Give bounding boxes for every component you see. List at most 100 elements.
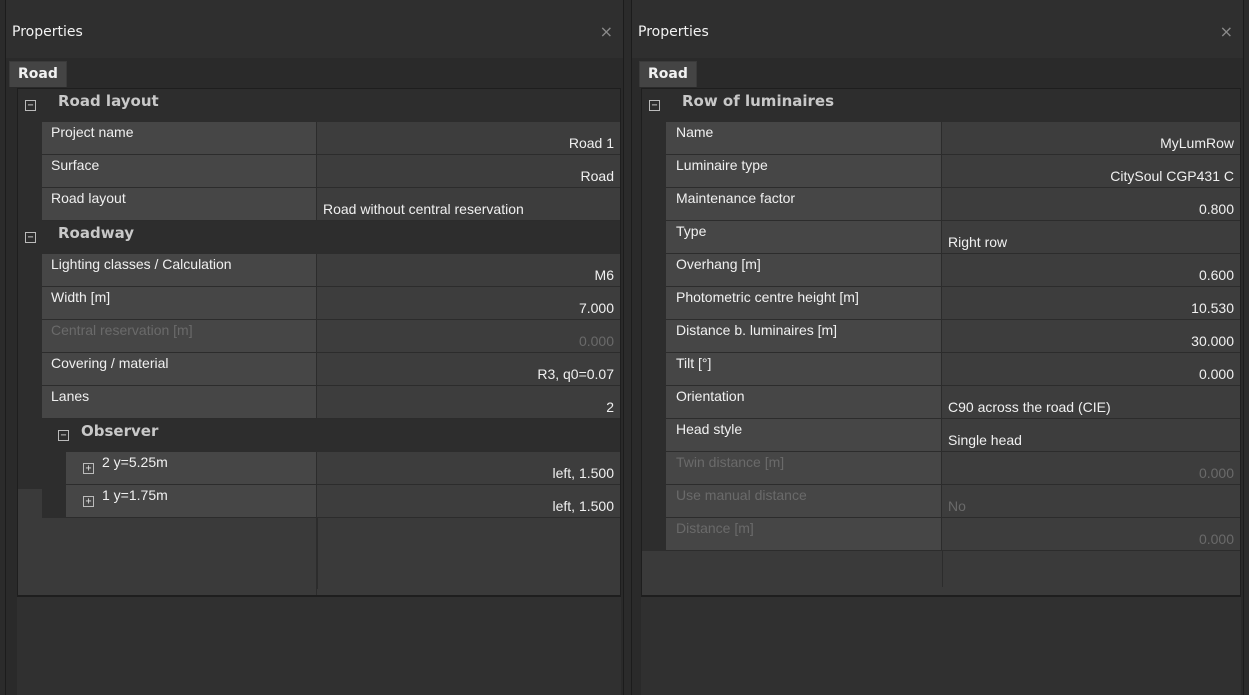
row-maintenance-factor[interactable]: Maintenance factor 0.800 xyxy=(642,188,1240,221)
column-divider xyxy=(317,518,318,589)
row-observer-2[interactable]: + 2 y=5.25m left, 1.500 xyxy=(18,452,620,485)
category-roadway[interactable]: − Roadway xyxy=(18,221,620,254)
property-name: Head style xyxy=(676,421,743,437)
property-name: Photometric centre height [m] xyxy=(676,289,859,305)
property-name: Type xyxy=(676,223,707,239)
column-divider xyxy=(942,551,943,587)
property-name: Twin distance [m] xyxy=(676,454,785,470)
expand-icon[interactable]: + xyxy=(83,463,94,474)
expand-icon[interactable]: + xyxy=(83,496,94,507)
property-name: Overhang [m] xyxy=(676,256,761,272)
row-lanes[interactable]: Lanes 2 xyxy=(18,386,620,419)
close-icon[interactable]: × xyxy=(1220,22,1233,41)
property-name: 1 y=1.75m xyxy=(102,487,168,503)
property-value[interactable]: 7.000 xyxy=(579,300,614,316)
row-tilt[interactable]: Tilt [°] 0.000 xyxy=(642,353,1240,386)
row-overhang[interactable]: Overhang [m] 0.600 xyxy=(642,254,1240,287)
property-name: Surface xyxy=(51,157,100,173)
collapse-icon[interactable]: − xyxy=(25,232,36,243)
row-distance-luminaires[interactable]: Distance b. luminaires [m] 30.000 xyxy=(642,320,1240,353)
row-luminaire-type[interactable]: Luminaire type CitySoul CGP431 C xyxy=(642,155,1240,188)
panel-title: Properties xyxy=(638,24,709,40)
property-name: Width [m] xyxy=(51,289,111,305)
collapse-icon[interactable]: − xyxy=(58,430,69,441)
row-twin-distance: Twin distance [m] 0.000 xyxy=(642,452,1240,485)
property-value[interactable]: CitySoul CGP431 C xyxy=(1110,168,1234,184)
panel-header: Properties × xyxy=(6,0,623,58)
row-road-layout[interactable]: Road layout Road without central reserva… xyxy=(18,188,620,221)
property-name: 2 y=5.25m xyxy=(102,454,168,470)
property-value[interactable]: 10.530 xyxy=(1191,300,1234,316)
empty-grid-area xyxy=(18,518,317,595)
property-value[interactable]: MyLumRow xyxy=(1160,135,1234,151)
row-type[interactable]: Type Right row xyxy=(642,221,1240,254)
description-area xyxy=(641,596,1241,695)
property-value[interactable]: 0.000 xyxy=(1199,366,1234,382)
property-name: Name xyxy=(676,124,714,140)
property-value[interactable]: Road without central reservation xyxy=(323,201,524,217)
category-road-layout[interactable]: − Road layout xyxy=(18,89,620,122)
property-value[interactable]: left, 1.500 xyxy=(553,465,615,481)
property-name: Orientation xyxy=(676,388,745,404)
property-name: Use manual distance xyxy=(676,487,807,503)
property-value[interactable]: Road xyxy=(581,168,614,184)
property-name: Distance b. luminaires [m] xyxy=(676,322,838,338)
property-value[interactable]: M6 xyxy=(595,267,614,283)
tab-road[interactable]: Road xyxy=(639,61,697,87)
property-value: No xyxy=(948,498,966,514)
row-use-manual-distance: Use manual distance No xyxy=(642,485,1240,518)
property-name: Road layout xyxy=(51,190,126,206)
category-label: Roadway xyxy=(58,224,135,242)
property-name: Distance [m] xyxy=(676,520,754,536)
row-project-name[interactable]: Project name Road 1 xyxy=(18,122,620,155)
property-value[interactable]: R3, q0=0.07 xyxy=(537,366,614,382)
category-observer[interactable]: − Observer xyxy=(42,419,620,452)
property-grid: − Row of luminaires Name MyLumRow Lumina… xyxy=(641,88,1241,596)
row-covering[interactable]: Covering / material R3, q0=0.07 xyxy=(18,353,620,386)
property-value[interactable]: 0.600 xyxy=(1199,267,1234,283)
property-value[interactable]: Single head xyxy=(948,432,1022,448)
property-name: Tilt [°] xyxy=(676,355,712,371)
property-value[interactable]: C90 across the road (CIE) xyxy=(948,399,1111,415)
property-value[interactable]: Road 1 xyxy=(569,135,614,151)
property-value: 0.000 xyxy=(1198,465,1234,481)
row-orientation[interactable]: Orientation C90 across the road (CIE) xyxy=(642,386,1240,419)
properties-panel-right: Properties × Road − Row of luminaires Na… xyxy=(631,0,1244,695)
row-surface[interactable]: Surface Road xyxy=(18,155,620,188)
property-value: 0.000 xyxy=(1198,531,1234,547)
panel-title: Properties xyxy=(12,24,83,40)
collapse-icon[interactable]: − xyxy=(649,100,660,111)
row-observer-1[interactable]: + 1 y=1.75m left, 1.500 xyxy=(18,485,620,518)
category-label: Road layout xyxy=(58,92,159,110)
row-lighting-classes[interactable]: Lighting classes / Calculation M6 xyxy=(18,254,620,287)
property-name: Maintenance factor xyxy=(676,190,796,206)
description-area xyxy=(17,596,621,695)
property-name: Lighting classes / Calculation xyxy=(51,256,232,272)
property-value[interactable]: 0.800 xyxy=(1199,201,1234,217)
property-name: Project name xyxy=(51,124,134,140)
close-icon[interactable]: × xyxy=(600,22,613,41)
property-value[interactable]: Right row xyxy=(948,234,1007,250)
category-label: Observer xyxy=(81,422,159,440)
property-name: Covering / material xyxy=(51,355,169,371)
row-photometric-height[interactable]: Photometric centre height [m] 10.530 xyxy=(642,287,1240,320)
row-name[interactable]: Name MyLumRow xyxy=(642,122,1240,155)
collapse-icon[interactable]: − xyxy=(25,100,36,111)
property-grid: − Road layout Project name Road 1 Surfac… xyxy=(17,88,621,596)
property-value[interactable]: left, 1.500 xyxy=(553,498,615,514)
tab-road[interactable]: Road xyxy=(9,61,67,87)
row-width[interactable]: Width [m] 7.000 xyxy=(18,287,620,320)
category-row-of-luminaires[interactable]: − Row of luminaires xyxy=(642,89,1240,122)
empty-grid-area xyxy=(642,551,942,595)
property-value[interactable]: 2 xyxy=(606,399,614,415)
property-name: Central reservation [m] xyxy=(51,322,193,338)
row-head-style[interactable]: Head style Single head xyxy=(642,419,1240,452)
row-distance: Distance [m] 0.000 xyxy=(642,518,1240,551)
property-name: Lanes xyxy=(51,388,90,404)
property-value[interactable]: 30.000 xyxy=(1191,333,1234,349)
property-name: Luminaire type xyxy=(676,157,768,173)
row-central-reservation: Central reservation [m] 0.000 xyxy=(18,320,620,353)
properties-panel-left: Properties × Road − Road layout Project … xyxy=(5,0,624,695)
property-value: 0.000 xyxy=(578,333,614,349)
panel-header: Properties × xyxy=(632,0,1243,58)
